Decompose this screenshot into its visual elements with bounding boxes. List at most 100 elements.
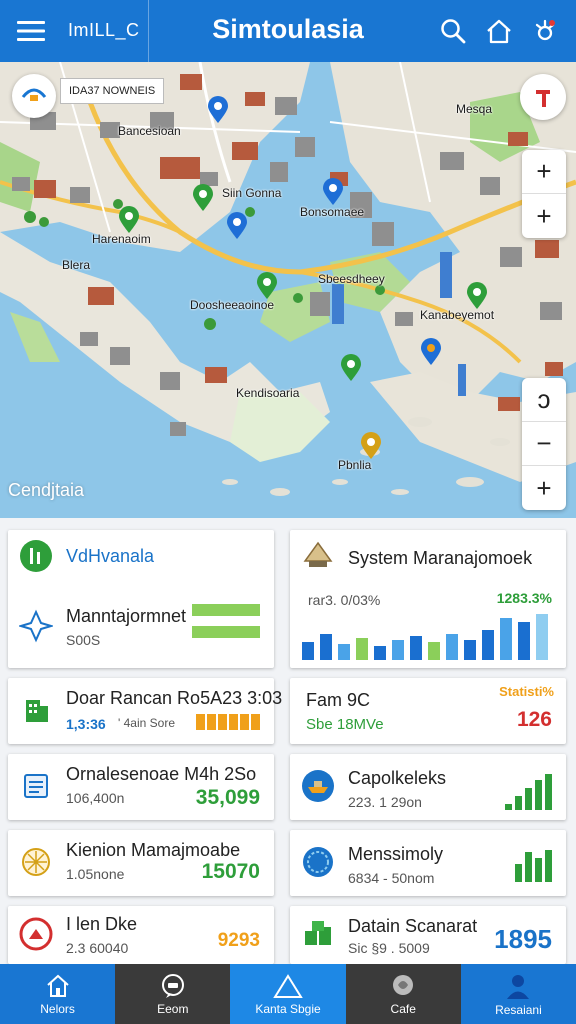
card-title: System Maranajomoek	[348, 548, 533, 568]
stat-value: 126	[516, 708, 552, 731]
stat-subvalue: 1,3:36	[66, 716, 106, 732]
stat-card[interactable]: Fam 9C Sbe 18MVe Statisti% 126	[290, 678, 566, 744]
home-icon	[46, 974, 69, 997]
stat-title: Capolkeleks	[348, 768, 447, 788]
stat-subvalue: 1.05none	[66, 866, 125, 882]
map-status[interactable]: IDA37 NOWNEIS	[12, 74, 165, 118]
progress-bar	[192, 626, 260, 638]
map-label: Sbeesdheey	[318, 272, 385, 286]
database-icon	[300, 916, 336, 952]
map-pin-icon[interactable]	[466, 282, 488, 310]
zoom-in-button[interactable]: +	[522, 466, 566, 510]
stat-subvalue: 2.3 60040	[66, 940, 129, 956]
card-title: VdHvanala	[66, 546, 155, 566]
bottom-navigation: Nelors Eeom Kanta Sbgie Cafe Resaiani	[0, 964, 576, 1024]
location-icon	[21, 88, 47, 101]
dashboard-panel: VdHvanala Manntajormnet S00S System Mara…	[0, 518, 576, 964]
map-label: Pbnlia	[338, 458, 372, 472]
menu-button[interactable]	[12, 12, 50, 50]
map-label: Doosheeaoinoe	[190, 298, 275, 312]
card-line-1: Manntajormnet	[66, 606, 187, 626]
network-icon	[18, 608, 54, 644]
map-canvas	[0, 62, 576, 518]
globe-icon	[393, 974, 414, 995]
home-button[interactable]	[480, 12, 518, 50]
stat-card[interactable]: Menssimoly 6834 - 50nom	[290, 830, 566, 896]
stat-subvalue: 223. 1 29on	[348, 794, 422, 810]
nav-label: Resaiani	[495, 1002, 542, 1017]
zoom-controls: + +	[522, 150, 566, 238]
map-pin-icon[interactable]	[256, 272, 278, 300]
nav-label: Eeom	[157, 1001, 189, 1016]
map-pin-icon[interactable]	[192, 184, 214, 212]
stat-value: 15070	[201, 860, 260, 883]
compass-button[interactable]	[520, 74, 566, 120]
map-pin-icon[interactable]	[207, 96, 229, 124]
card-line-2: S00S	[66, 632, 101, 648]
search-icon	[441, 19, 466, 44]
nav-item-messages[interactable]: Eeom	[115, 964, 231, 1024]
map-status-text: IDA37 NOWNEIS	[60, 78, 165, 104]
compass-icon	[536, 90, 550, 107]
progress-bar	[192, 604, 260, 616]
stat-label: Statisti%	[499, 684, 554, 699]
zoom-out-button[interactable]: −	[522, 422, 566, 466]
alert-icon	[18, 916, 54, 952]
stat-card[interactable]: Datain Scanarat Sic §9 . 5009 1895	[290, 906, 566, 964]
search-button[interactable]	[434, 12, 472, 50]
stat-value: 1895	[494, 924, 552, 954]
stat-subvalue: Sic §9 . 5009	[348, 940, 430, 956]
home-icon	[487, 19, 511, 44]
stat-card[interactable]: Kienion Mamajmoabe 1.05none 15070	[8, 830, 274, 896]
map-pin-icon[interactable]	[340, 354, 362, 382]
map-pin-icon[interactable]	[226, 212, 248, 240]
map-label: Kanabeyemot	[420, 308, 495, 322]
mini-bar-strip	[196, 714, 260, 730]
stat-title: Doar Rancan Ro5A23 3:03	[66, 688, 283, 708]
chart-icon	[18, 538, 54, 574]
nav-label: Kanta Sbgie	[255, 1001, 321, 1016]
map-view-controls: ↄ − +	[522, 378, 566, 510]
stat-card[interactable]: Ornalesenoae M4h 2So 106,400n 35,099	[8, 754, 274, 820]
server-icon	[300, 538, 336, 574]
settings-button[interactable]	[526, 12, 564, 50]
document-icon	[18, 768, 54, 804]
location-status-button[interactable]	[12, 74, 56, 118]
hamburger-icon	[17, 21, 45, 41]
nav-item-home[interactable]: Nelors	[0, 964, 116, 1024]
stat-title: Kienion Mamajmoabe	[66, 840, 241, 860]
stat-card[interactable]: Doar Rancan Ro5A23 3:03 1,3:36 ' 4ain So…	[8, 678, 282, 744]
sun-icon	[18, 844, 54, 880]
nav-item-profile[interactable]: Resaiani	[460, 964, 576, 1024]
stat-subvalue: Sbe 18MVe	[306, 716, 384, 733]
zoom-in-button[interactable]: +	[522, 150, 566, 194]
page-title: Simtoulasia	[212, 14, 364, 44]
chart-stat-left: rar3. 0/03%	[308, 592, 381, 608]
nav-item-map[interactable]: Kanta Sbgie	[230, 964, 346, 1024]
map-pin-icon[interactable]	[322, 178, 344, 206]
nav-item-cafe[interactable]: Cafe	[345, 964, 461, 1024]
topbar-divider	[148, 0, 149, 62]
system-chart-card[interactable]: System Maranajomoek rar3. 0/03% 1283.3%	[290, 530, 566, 668]
user-icon	[507, 974, 530, 999]
nav-label: Nelors	[40, 1001, 75, 1016]
zoom-in-button-secondary[interactable]: +	[522, 194, 566, 238]
map-label: Harenaoim	[92, 232, 151, 246]
map-label: Blera	[62, 258, 91, 272]
map-pin-icon[interactable]	[360, 432, 382, 460]
stat-card[interactable]: Capolkeleks 223. 1 29on	[290, 754, 566, 820]
mini-bar-chart	[505, 774, 552, 810]
map-pin-icon[interactable]	[118, 206, 140, 234]
building-icon	[18, 692, 54, 728]
summary-card[interactable]: VdHvanala Manntajormnet S00S	[8, 530, 274, 668]
map-pin-icon[interactable]	[420, 338, 442, 366]
map-region-label: Cendjtaia	[8, 480, 85, 500]
map-view[interactable]: Bancesioan Siin Gonna Bonsomaee Harenaoi…	[0, 62, 576, 518]
map-label: Kendisoaria	[236, 386, 300, 400]
stat-value: 35,099	[195, 786, 260, 809]
stat-title: Fam 9C	[306, 690, 371, 710]
rotate-button[interactable]: ↄ	[522, 378, 566, 422]
stat-card[interactable]: I len Dke 2.3 60040 9293	[8, 906, 274, 964]
mini-bar-chart	[515, 850, 552, 882]
stat-sublabel: ' 4ain Sore	[118, 716, 175, 730]
